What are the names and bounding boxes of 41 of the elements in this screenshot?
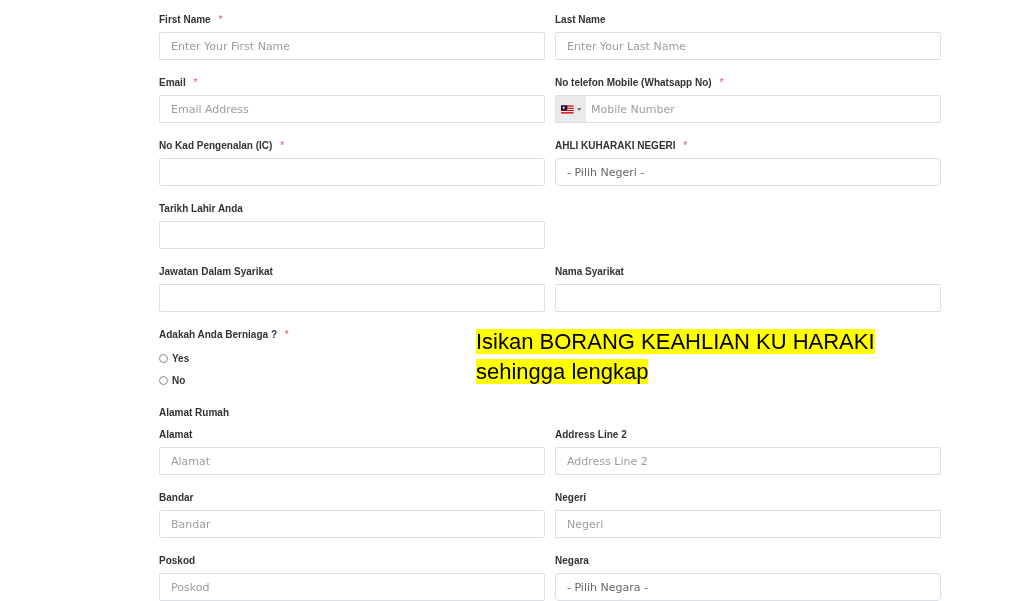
field-label: Bandar: [159, 492, 194, 503]
field-label: Nama Syarikat: [555, 266, 624, 277]
text-field[interactable]: Address Line 2: [555, 447, 941, 475]
annotation-text: Isikan BORANG KEAHLIAN KU HARAKI: [476, 329, 875, 354]
required-marker: *: [719, 77, 724, 88]
text-field[interactable]: [159, 158, 545, 186]
field-label: Negeri: [555, 492, 587, 503]
select-field[interactable]: - Pilih Negara -: [555, 573, 941, 601]
section-heading: Alamat Rumah: [159, 407, 229, 418]
required-marker: *: [683, 140, 688, 151]
text-field[interactable]: Enter Your Last Name: [555, 32, 941, 60]
required-marker: *: [280, 140, 285, 151]
required-marker: *: [218, 14, 223, 25]
text-field[interactable]: Poskod: [159, 573, 545, 601]
field-label: Jawatan Dalam Syarikat: [159, 266, 273, 277]
required-marker: *: [284, 329, 289, 340]
field-label: Alamat: [159, 429, 193, 440]
field-label: Email: [159, 77, 186, 88]
radio-label[interactable]: Yes: [172, 352, 190, 364]
text-field[interactable]: Email Address: [159, 95, 545, 123]
field-label: No Kad Pengenalan (IC): [159, 140, 273, 151]
text-field[interactable]: [555, 284, 941, 312]
field-label: Address Line 2: [555, 429, 627, 440]
text-field[interactable]: Alamat: [159, 447, 545, 475]
field-label: No telefon Mobile (Whatsapp No): [555, 77, 712, 88]
annotation-text: sehingga lengkap: [476, 359, 649, 384]
text-field[interactable]: [159, 284, 545, 312]
field-label: Adakah Anda Berniaga ?: [159, 329, 277, 340]
field-label: Last Name: [555, 14, 606, 25]
field-label: First Name: [159, 14, 211, 25]
text-field[interactable]: [159, 221, 545, 249]
required-marker: *: [193, 77, 198, 88]
text-field[interactable]: Negeri: [555, 510, 941, 538]
field-label: Tarikh Lahir Anda: [159, 203, 243, 214]
field-label: Poskod: [159, 555, 196, 566]
radio-label[interactable]: No: [172, 374, 186, 386]
select-field[interactable]: - Pilih Negeri -: [555, 158, 941, 186]
text-field[interactable]: Enter Your First Name: [159, 32, 545, 60]
text-field[interactable]: Bandar: [159, 510, 545, 538]
field-label: AHLI KUHARAKI NEGERI: [555, 140, 676, 151]
field-label: Negara: [555, 555, 589, 566]
